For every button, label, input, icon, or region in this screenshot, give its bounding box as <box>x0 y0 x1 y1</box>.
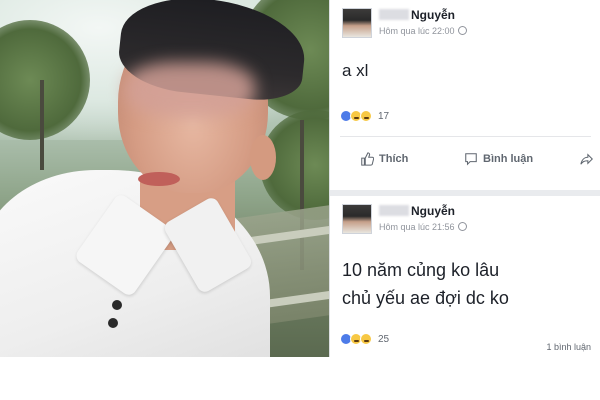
avatar[interactable] <box>342 8 372 38</box>
photo-lips <box>138 172 180 186</box>
post-actions: Thích Bình luận <box>330 145 600 173</box>
haha-reaction-icon <box>360 110 372 122</box>
divider <box>340 136 591 137</box>
feed-post: Nguyễn Hôm qua lúc 21:56 10 năm củng ko … <box>330 190 600 357</box>
reactions-summary[interactable]: 25 <box>340 333 389 345</box>
avatar[interactable] <box>342 204 372 234</box>
thumbs-up-icon <box>361 152 374 166</box>
photo-shirt-button <box>108 318 118 328</box>
author-name-text[interactable]: Nguyễn <box>411 8 455 22</box>
post-meta: Hôm qua lúc 22:00 <box>379 26 467 36</box>
share-arrow-icon <box>580 153 593 165</box>
globe-icon <box>457 222 467 231</box>
globe-icon <box>457 26 467 35</box>
photo-ear <box>250 135 276 180</box>
post-text: a xl <box>342 61 369 80</box>
redacted-name <box>379 205 409 216</box>
haha-reaction-icon <box>360 333 372 345</box>
feed-post: Nguyễn Hôm qua lúc 22:00 a xl 17 Thích B… <box>330 0 600 190</box>
news-feed: Nguyễn Hôm qua lúc 22:00 a xl 17 Thích B… <box>329 0 600 357</box>
like-button[interactable]: Thích <box>360 152 408 166</box>
post-text: 10 năm củng ko lâu chủ yếu ae đợi dc ko <box>342 260 509 308</box>
author-name[interactable]: Nguyễn <box>379 8 455 22</box>
reactions-summary[interactable]: 17 <box>340 110 389 122</box>
photo-face-blur <box>125 62 255 117</box>
author-name-text[interactable]: Nguyễn <box>411 204 455 218</box>
post-timestamp[interactable]: Hôm qua lúc 21:56 <box>379 222 455 232</box>
post-meta: Hôm qua lúc 21:56 <box>379 222 467 232</box>
comment-count[interactable]: 1 bình luận <box>546 342 591 352</box>
share-button[interactable] <box>580 152 599 166</box>
speech-bubble-icon <box>465 153 477 166</box>
redacted-name <box>379 9 409 20</box>
reaction-count[interactable]: 17 <box>378 111 389 122</box>
photo-shirt-button <box>112 300 122 310</box>
comment-button[interactable]: Bình luận <box>464 152 533 166</box>
comment-button-label: Bình luận <box>483 153 534 165</box>
profile-photo <box>0 0 329 357</box>
like-button-label: Thích <box>379 153 409 165</box>
reaction-count[interactable]: 25 <box>378 334 389 345</box>
author-name[interactable]: Nguyễn <box>379 204 455 218</box>
post-timestamp[interactable]: Hôm qua lúc 22:00 <box>379 26 455 36</box>
photo-trunk <box>40 80 44 170</box>
